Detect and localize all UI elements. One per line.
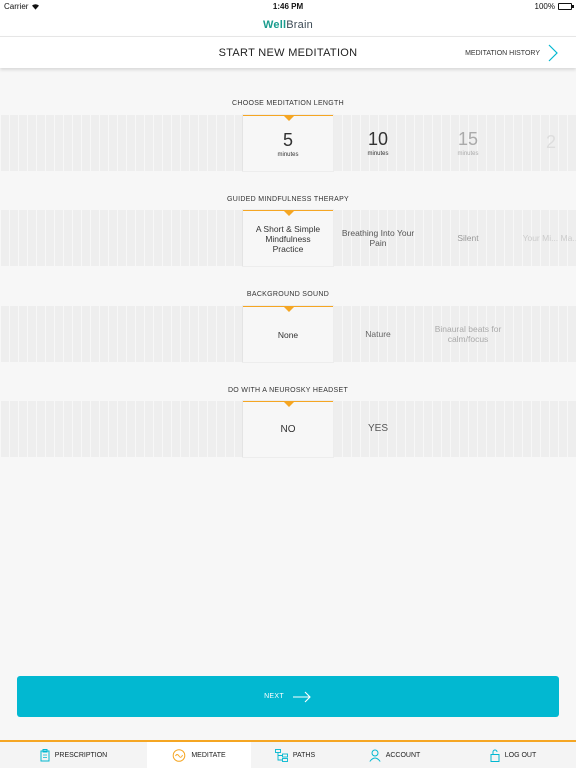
length-option-15[interactable]: 15 minutes	[423, 115, 513, 171]
next-label: NEXT	[264, 693, 284, 700]
headset-option-yes[interactable]: YES	[333, 401, 423, 457]
logout-icon	[490, 749, 500, 762]
arrow-right-icon	[292, 691, 311, 702]
meditation-history-label: MEDITATION HISTORY	[465, 49, 540, 57]
tab-bar: PRESCRIPTION MEDITATE PATHS ACCOUNT LOG …	[0, 740, 576, 768]
guided-therapy-label: GUIDED MINDFULNESS THERAPY	[226, 196, 350, 203]
guided-option-silent[interactable]: Silent	[423, 210, 513, 266]
meditation-length-label: CHOOSE MEDITATION LENGTH	[232, 100, 344, 107]
battery-percent: 100%	[534, 2, 555, 11]
next-button[interactable]: NEXT	[17, 676, 559, 717]
meditation-history-button[interactable]: MEDITATION HISTORY	[465, 37, 558, 69]
paths-icon	[274, 748, 288, 762]
length-option-10[interactable]: 10 minutes	[333, 115, 423, 171]
length-option-5[interactable]: 5 minutes	[243, 115, 333, 171]
meditation-length-picker[interactable]: 5 minutes 10 minutes 15 minutes 2	[0, 115, 576, 171]
meditate-icon	[173, 748, 186, 762]
guided-option-partial[interactable]: Your Mi... Ma...	[506, 210, 576, 266]
clock: 1:46 PM	[272, 2, 304, 11]
sound-option-binaural[interactable]: Binaural beats for calm/focus	[423, 306, 513, 362]
background-sound-label: BACKGROUND SOUND	[246, 291, 330, 298]
neurosky-headset-picker[interactable]: NO YES	[0, 401, 576, 457]
guided-therapy-picker[interactable]: A Short & Simple Mindfulness Practice Br…	[0, 210, 576, 266]
length-option-partial[interactable]: 2	[506, 115, 576, 171]
headset-option-no[interactable]: NO	[243, 401, 333, 457]
background-sound-picker[interactable]: None Nature Binaural beats for calm/focu…	[0, 306, 576, 362]
battery-icon	[558, 3, 574, 10]
status-bar: Carrier 1:46 PM 100%	[0, 0, 576, 14]
neurosky-headset-label: DO WITH A NEUROSKY HEADSET	[227, 387, 349, 394]
app-header: WellBrain	[0, 14, 576, 36]
guided-option-short-simple[interactable]: A Short & Simple Mindfulness Practice	[243, 210, 333, 266]
chevron-right-icon	[548, 44, 558, 62]
wellbrain-logo: WellBrain	[263, 19, 313, 31]
nav-bar: START NEW MEDITATION MEDITATION HISTORY	[0, 36, 576, 68]
sound-option-none[interactable]: None	[243, 306, 333, 362]
tab-paths[interactable]: PATHS	[251, 742, 339, 768]
tab-account[interactable]: ACCOUNT	[339, 742, 450, 768]
sound-option-nature[interactable]: Nature	[333, 306, 423, 362]
tab-meditate[interactable]: MEDITATE	[147, 742, 251, 768]
guided-option-breathing[interactable]: Breathing Into Your Pain	[333, 210, 423, 266]
tab-logout[interactable]: LOG OUT	[450, 742, 576, 768]
tab-prescription[interactable]: PRESCRIPTION	[0, 742, 147, 768]
account-icon	[369, 749, 381, 762]
prescription-icon	[40, 748, 50, 761]
